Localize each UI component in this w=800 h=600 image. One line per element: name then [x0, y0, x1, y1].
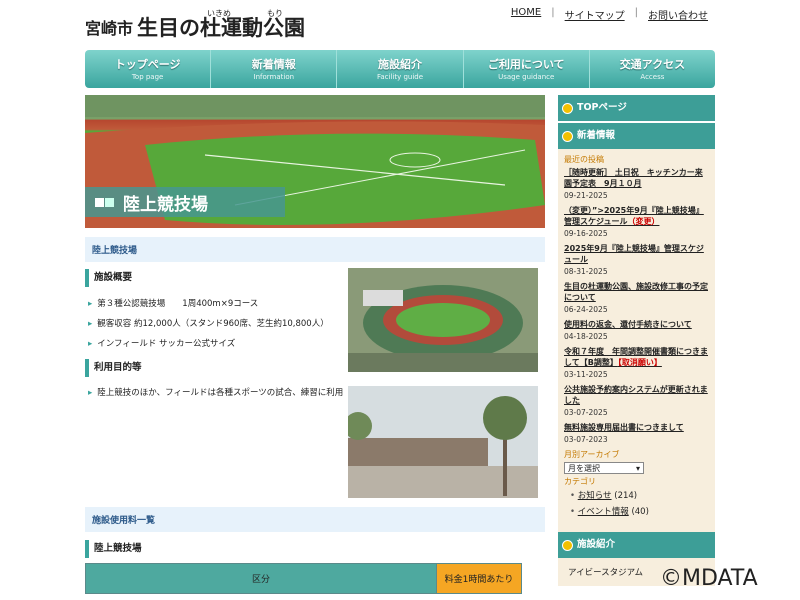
table-header: 区分 — [85, 563, 437, 594]
sitemap-link[interactable]: サイトマップ — [565, 7, 625, 22]
list-item: 陸上競技のほか、フィールドは各種スポーツの試合、練習に利用 — [88, 387, 346, 399]
section-title: 陸上競技場 — [85, 237, 545, 262]
ruby-mori: もり — [267, 9, 284, 18]
category-item[interactable]: イベント情報 (40) — [570, 505, 709, 517]
post-date: 03-11-2025 — [564, 370, 608, 379]
post-link[interactable]: 公共施設予約案内システムが更新されました — [564, 384, 709, 406]
list-item: インフィールド サッカー公式サイズ — [88, 334, 329, 354]
post-link[interactable]: 生目の杜運動公園、施設改修工事の予定について — [564, 281, 709, 303]
archive-select[interactable]: 月を選択 ▾ — [564, 462, 644, 474]
news-panel: 最近の投稿 ［随時更新］ 土日祝 キッチンカー来園予定表 9月１０月 09-21… — [558, 149, 715, 532]
post-link[interactable]: 令和７年度 年間調整開催書類につきまして【B調整】【取消願い】 — [564, 346, 709, 368]
park-name: 生目の杜運動公園 いきめ もり — [137, 9, 306, 40]
contact-link[interactable]: お問い合わせ — [648, 7, 708, 22]
archive-label: 月別アーカイブ — [564, 450, 620, 459]
category-item[interactable]: お知らせ (214) — [570, 489, 709, 501]
fee-table: 区分 料金1時間あたり — [85, 563, 522, 594]
post-link[interactable]: 2025年9月『陸上競技場』管理スケジュール — [564, 243, 709, 265]
overview-list: 第３種公認競技場 1周400m×9コース 観客収容 約12,000人（スタンド9… — [88, 294, 329, 354]
circle-bullet-icon — [562, 130, 573, 142]
fee-list-title: 施設使用料一覧 — [85, 507, 545, 532]
stadium-aerial-photo — [348, 268, 538, 372]
main-nav: トップページ Top page 新着情報 Information 施設紹介 Facil… — [85, 50, 715, 88]
purpose-list: 陸上競技のほか、フィールドは各種スポーツの試合、練習に利用 — [88, 387, 346, 399]
overview-heading: 施設概要 — [85, 269, 334, 287]
sidebar-news-heading: 新着情報 — [558, 123, 715, 149]
watermark: ©MDATA — [660, 566, 758, 591]
recent-posts-label: 最近の投稿 — [564, 155, 604, 164]
post-date: 03-07-2023 — [564, 435, 608, 444]
site-title[interactable]: 宮崎市 生目の杜運動公園 いきめ もり — [85, 4, 305, 42]
post-date: 06-24-2025 — [564, 305, 608, 314]
stadium-entrance-photo — [344, 386, 538, 498]
post-link[interactable]: 使用料の返金、還付手続きについて — [564, 319, 709, 330]
nav-info[interactable]: 新着情報 Information — [211, 50, 338, 88]
circle-bullet-icon — [562, 539, 573, 551]
square-icon — [95, 197, 104, 207]
nav-usage[interactable]: ご利用について Usage guidance — [464, 50, 590, 88]
post-date: 03-07-2025 — [564, 408, 608, 417]
list-item: 第３種公認競技場 1周400m×9コース — [88, 294, 329, 314]
sidebar: TOPページ 新着情報 最近の投稿 ［随時更新］ 土日祝 キッチンカー来園予定表… — [558, 95, 715, 586]
table-header: 料金1時間あたり — [436, 563, 522, 594]
nav-facility[interactable]: 施設紹介 Facility guide — [337, 50, 464, 88]
list-item: 観客収容 約12,000人（スタンド960席、芝生約10,800人） — [88, 314, 328, 334]
fee-section-heading: 陸上競技場 — [85, 540, 334, 558]
circle-bullet-icon — [562, 102, 573, 114]
nav-top[interactable]: トップページ Top page — [85, 50, 212, 88]
post-date: 04-18-2025 — [564, 332, 608, 341]
chevron-down-icon: ▾ — [635, 463, 640, 473]
sidebar-top-link[interactable]: TOPページ — [558, 95, 715, 121]
post-link[interactable]: 無料施設専用届出書につきまして — [564, 422, 709, 433]
post-link[interactable]: ［随時更新］ 土日祝 キッチンカー来園予定表 9月１０月 — [564, 167, 709, 189]
category-label: カテゴリ — [564, 477, 596, 486]
post-date: 09-21-2025 — [564, 191, 608, 200]
home-link[interactable]: HOME — [511, 7, 541, 22]
square-icon — [105, 197, 114, 207]
city-name: 宮崎市 — [85, 19, 134, 38]
post-date: 08-31-2025 — [564, 267, 608, 276]
top-links: HOME | サイトマップ | お問い合わせ — [510, 7, 708, 22]
post-link[interactable]: （変更）”>2025年9月『陸上競技場』管理スケジュール（変更） — [564, 205, 709, 227]
sidebar-facility-heading: 施設紹介 — [558, 532, 715, 558]
nav-access[interactable]: 交通アクセス Access — [590, 50, 715, 88]
hero-caption: 陸上競技場 — [85, 187, 285, 217]
post-date: 09-16-2025 — [564, 229, 608, 238]
ruby-ikime: いきめ — [207, 9, 232, 18]
hero-image: 陸上競技場 — [85, 95, 545, 228]
purpose-heading: 利用目的等 — [85, 359, 334, 377]
